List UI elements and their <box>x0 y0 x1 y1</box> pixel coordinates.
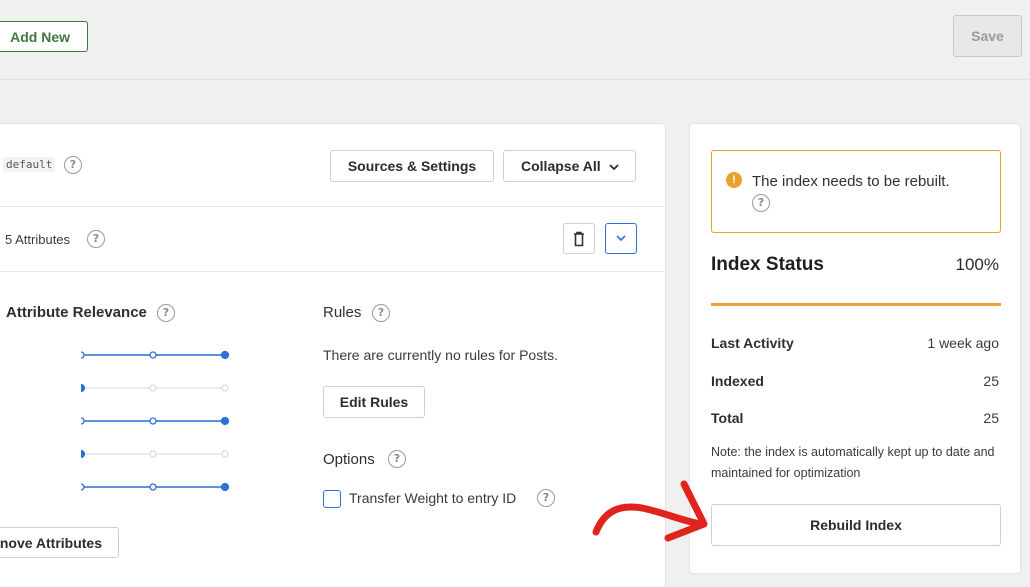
relevance-slider[interactable] <box>81 449 229 459</box>
engine-header: default ? Sources & Settings Collapse Al… <box>0 124 665 207</box>
slider-stop <box>149 450 157 458</box>
edit-rules-button[interactable]: Edit Rules <box>323 386 425 418</box>
index-status-title: Index Status <box>711 254 824 275</box>
index-progress-bar <box>711 303 1001 306</box>
engine-name-code: default <box>3 157 56 172</box>
add-new-button[interactable]: Add New <box>0 21 88 52</box>
relevance-slider[interactable] <box>81 350 230 360</box>
stat-value-last-activity: 1 week ago <box>927 335 999 351</box>
chevron-down-icon <box>608 164 619 171</box>
delete-source-button[interactable] <box>563 223 595 254</box>
slider-handle <box>81 449 86 459</box>
relevance-slider[interactable] <box>81 482 230 492</box>
attribute-relevance-title: Attribute Relevance <box>6 304 147 321</box>
engine-card: default ? Sources & Settings Collapse Al… <box>0 123 666 587</box>
slider-stop <box>81 417 85 425</box>
slider-stop <box>149 384 157 392</box>
notice-text: The index needs to be rebuilt. <box>752 173 950 190</box>
index-note: Note: the index is automatically kept up… <box>711 445 995 480</box>
rebuild-notice: ! The index needs to be rebuilt. ? <box>711 150 1001 233</box>
sources-settings-button[interactable]: Sources & Settings <box>330 150 494 182</box>
index-status-percent: 100% <box>955 255 999 274</box>
slider-stop <box>221 450 229 458</box>
index-status-card: ! The index needs to be rebuilt. ? Index… <box>689 123 1021 574</box>
options-title: Options <box>323 451 375 468</box>
transfer-weight-label: Transfer Weight to entry ID <box>349 490 517 506</box>
save-button[interactable]: Save <box>953 15 1022 57</box>
stat-label-last-activity: Last Activity <box>711 335 794 351</box>
rebuild-index-button[interactable]: Rebuild Index <box>711 504 1001 546</box>
question-circle-icon[interactable]: ? <box>372 304 390 322</box>
question-circle-icon[interactable]: ? <box>752 194 770 212</box>
stat-value-total: 25 <box>983 410 999 426</box>
collapse-all-button[interactable]: Collapse All <box>503 150 636 182</box>
question-circle-icon[interactable]: ? <box>64 156 82 174</box>
question-circle-icon[interactable]: ? <box>388 450 406 468</box>
relevance-slider[interactable] <box>81 416 230 426</box>
rules-empty-text: There are currently no rules for Posts. <box>323 347 558 363</box>
remove-attributes-button[interactable]: nove Attributes <box>0 527 119 558</box>
slider-stop <box>221 384 229 392</box>
source-header: 5 Attributes ? <box>0 207 665 272</box>
question-circle-icon[interactable]: ? <box>157 304 175 322</box>
slider-handle <box>220 350 230 360</box>
slider-stop <box>81 483 85 491</box>
relevance-slider[interactable] <box>81 383 229 393</box>
rules-title: Rules <box>323 304 362 321</box>
question-circle-icon[interactable]: ? <box>87 230 105 248</box>
slider-stop <box>149 351 157 359</box>
exclamation-icon: ! <box>726 172 742 188</box>
slider-stop <box>81 351 85 359</box>
collapse-all-label: Collapse All <box>521 158 601 174</box>
stat-value-indexed: 25 <box>983 373 999 389</box>
transfer-weight-checkbox[interactable] <box>323 490 341 508</box>
expand-source-button[interactable] <box>605 223 637 254</box>
top-toolbar: Add New Save <box>0 0 1030 80</box>
stat-label-total: Total <box>711 410 744 426</box>
slider-stop <box>149 483 157 491</box>
slider-handle <box>81 383 86 393</box>
chevron-down-icon <box>616 235 626 242</box>
stat-label-indexed: Indexed <box>711 373 764 389</box>
curved-arrow-icon <box>592 480 708 542</box>
slider-stop <box>149 417 157 425</box>
slider-handle <box>220 416 230 426</box>
trash-icon <box>574 231 584 247</box>
attribute-count: 5 Attributes <box>5 232 71 247</box>
index-progress-fill <box>711 303 1001 306</box>
question-circle-icon[interactable]: ? <box>537 489 555 507</box>
relevance-sliders <box>81 350 230 492</box>
slider-handle <box>220 482 230 492</box>
